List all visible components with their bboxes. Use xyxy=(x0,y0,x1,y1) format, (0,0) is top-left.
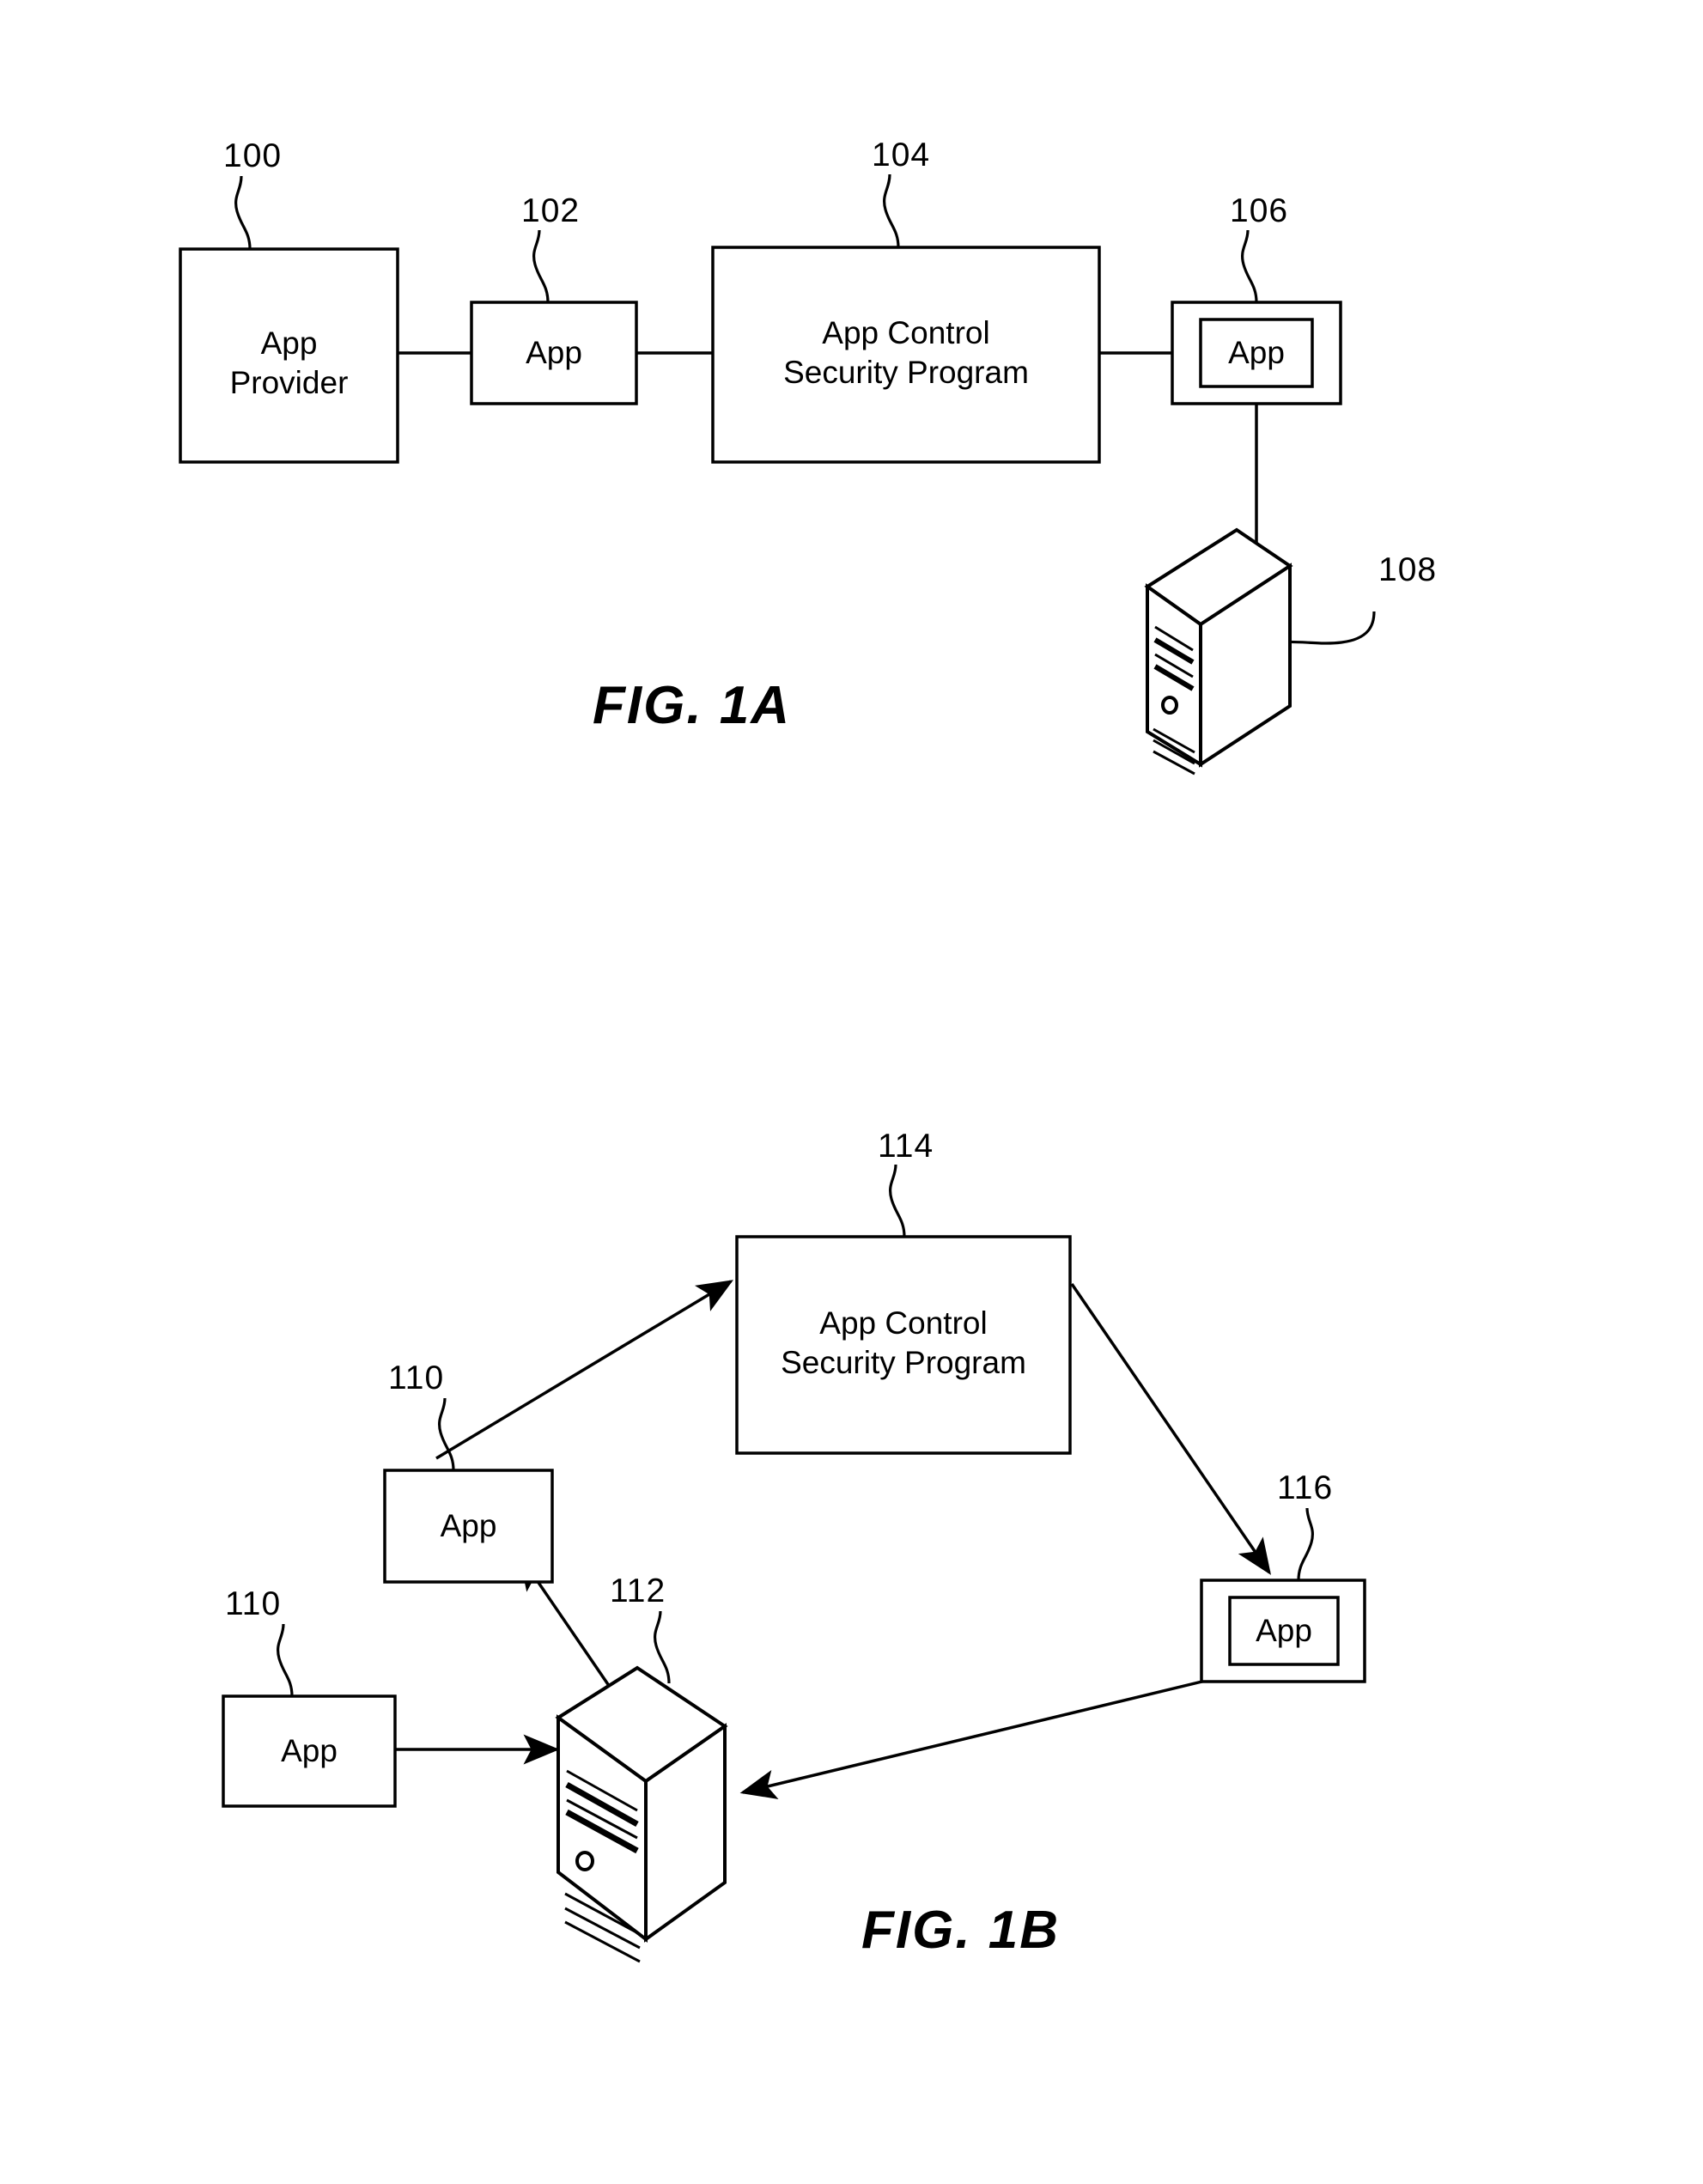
box-app-110-middle xyxy=(383,1469,554,1584)
lead-line-106 xyxy=(1241,229,1258,303)
ref-number-108: 108 xyxy=(1378,551,1438,588)
ref-number-110-bottom: 110 xyxy=(225,1585,282,1622)
arrow-app116-to-server112 xyxy=(739,1677,1213,1799)
arrow-app110-to-security114 xyxy=(435,1280,734,1460)
box-app-106-inner xyxy=(1199,318,1314,388)
ref-number-112: 112 xyxy=(610,1573,666,1609)
ref-number-100: 100 xyxy=(223,137,283,174)
fig-1b-group xyxy=(222,1164,1366,1963)
figure-drawing-canvas xyxy=(179,173,1376,1963)
lead-line-116 xyxy=(1297,1507,1314,1581)
figure-caption-1b: FIG. 1B xyxy=(861,1901,1061,1960)
ref-number-106: 106 xyxy=(1230,192,1289,229)
box-security-program-104 xyxy=(711,246,1101,464)
lead-line-100 xyxy=(234,175,252,250)
server-tower-108 xyxy=(1144,527,1293,776)
lead-line-110-middle xyxy=(438,1397,455,1471)
ref-number-114: 114 xyxy=(878,1128,934,1165)
lead-line-104 xyxy=(883,173,900,248)
ref-number-102: 102 xyxy=(521,192,581,229)
ref-number-110-middle: 110 xyxy=(388,1360,445,1396)
lead-line-110-bottom xyxy=(277,1623,294,1697)
box-app-102 xyxy=(470,301,638,405)
lead-line-112 xyxy=(654,1610,671,1684)
server-tower-112 xyxy=(555,1665,728,1963)
ref-number-116: 116 xyxy=(1277,1469,1334,1506)
box-security-program-114 xyxy=(735,1235,1072,1455)
figure-caption-1a: FIG. 1A xyxy=(593,676,792,735)
box-app-116-inner xyxy=(1228,1596,1340,1666)
box-app-110-bottom xyxy=(222,1694,397,1808)
patent-figure-sheet: App Provider App App Control Security Pr… xyxy=(0,0,1703,2184)
lead-line-102 xyxy=(532,229,550,303)
ref-number-104: 104 xyxy=(872,137,931,173)
lead-line-114 xyxy=(889,1164,906,1238)
arrow-security114-to-app116 xyxy=(1070,1283,1271,1575)
box-app-provider xyxy=(179,247,399,464)
